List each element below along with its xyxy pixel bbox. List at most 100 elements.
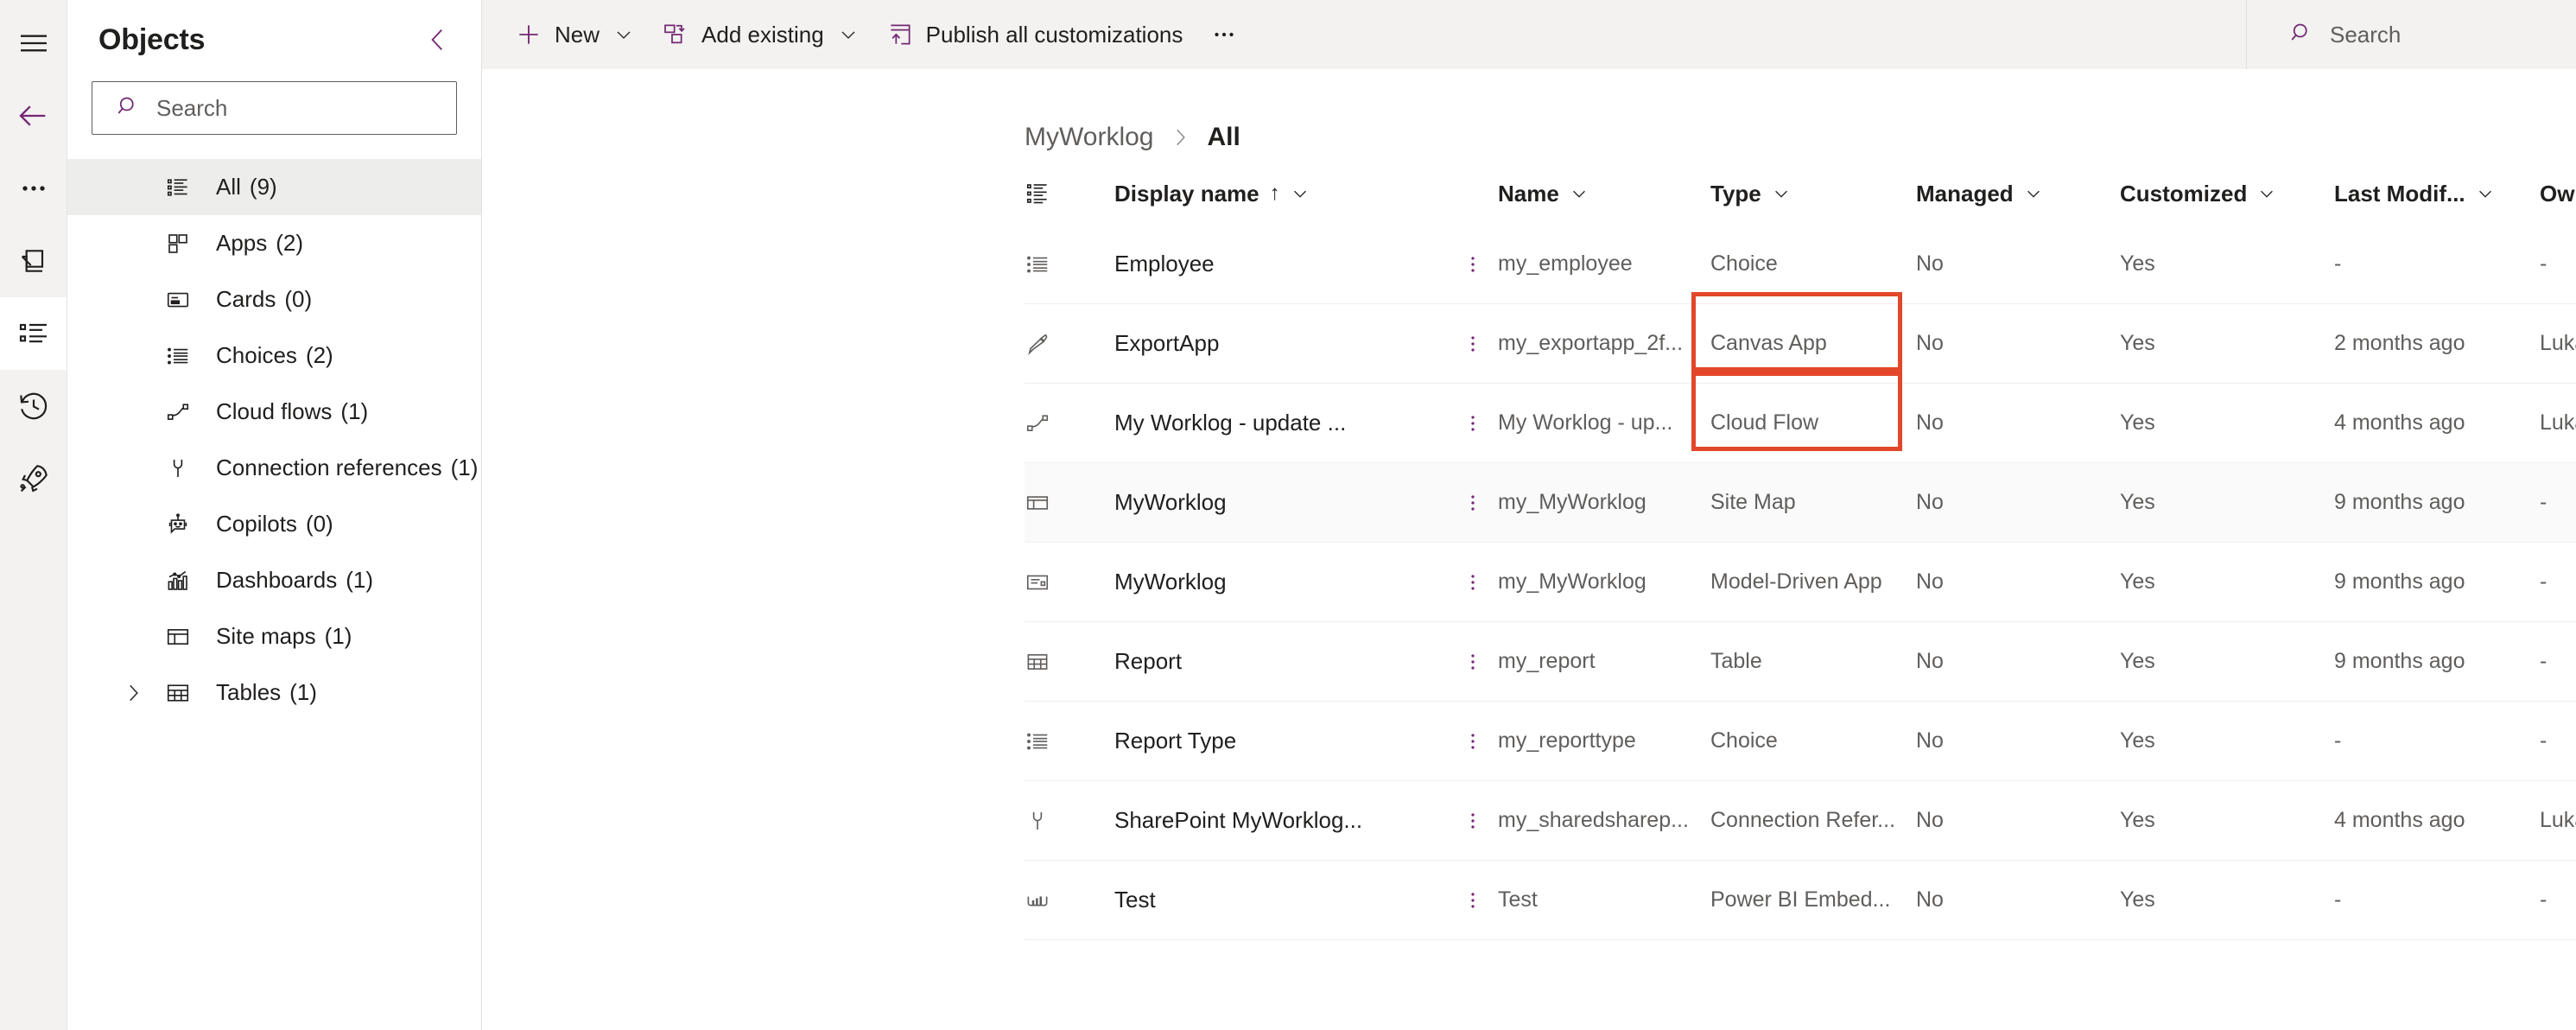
- sidebar-item-apps[interactable]: Apps (2): [67, 215, 481, 271]
- table-row[interactable]: ExportApp my_exportapp_2f... Canvas App …: [1025, 304, 2576, 384]
- hamburger-menu-icon[interactable]: [0, 7, 67, 79]
- back-arrow-icon[interactable]: [0, 79, 67, 152]
- chevron-down-icon[interactable]: [2024, 184, 2043, 203]
- table-row[interactable]: Test Test Power BI Embed... No Yes - - O…: [1025, 861, 2576, 940]
- row-display-name[interactable]: Test: [1114, 887, 1448, 913]
- command-bar-overflow-icon[interactable]: [1196, 7, 1252, 62]
- row-name: my_report: [1498, 649, 1710, 674]
- chevron-down-icon[interactable]: [613, 24, 634, 45]
- row-display-name[interactable]: MyWorklog: [1114, 569, 1448, 595]
- chevron-down-icon[interactable]: [2257, 184, 2276, 203]
- row-last-modified: 4 months ago: [2334, 808, 2540, 833]
- row-type: Table: [1710, 649, 1916, 674]
- sidebar-item-all[interactable]: All (9): [67, 159, 481, 215]
- column-header-last-modified[interactable]: Last Modif...: [2334, 181, 2540, 207]
- objects-list-icon[interactable]: [0, 297, 67, 370]
- row-more-actions-icon[interactable]: [1448, 889, 1498, 912]
- sidebar-item-count: (2): [276, 230, 303, 257]
- table-row[interactable]: Report Type my_reporttype Choice No Yes …: [1025, 702, 2576, 781]
- row-more-actions-icon[interactable]: [1448, 571, 1498, 594]
- row-more-actions-icon[interactable]: [1448, 333, 1498, 355]
- objects-search-box[interactable]: [92, 81, 457, 135]
- row-more-actions-icon[interactable]: [1448, 412, 1498, 435]
- row-display-name[interactable]: MyWorklog: [1114, 489, 1448, 516]
- sidebar-item-label: Cards: [216, 286, 276, 313]
- column-header-customized[interactable]: Customized: [2120, 181, 2334, 207]
- row-more-actions-icon[interactable]: [1448, 730, 1498, 753]
- rocket-icon[interactable]: [0, 442, 67, 515]
- site-map-icon: [159, 624, 197, 650]
- new-button-label: New: [555, 22, 600, 48]
- table-row[interactable]: MyWorklog my_MyWorklog Site Map No Yes 9…: [1025, 463, 2576, 543]
- plus-icon: [515, 21, 542, 48]
- sidebar-item-copilots[interactable]: Copilots (0): [67, 496, 481, 552]
- chevron-left-icon[interactable]: [417, 19, 459, 60]
- table-row[interactable]: Employee my_employee Choice No Yes - -: [1025, 225, 2576, 304]
- sidebar-item-count: (0): [306, 511, 333, 537]
- history-clock-icon[interactable]: [0, 370, 67, 442]
- row-display-name[interactable]: Report: [1114, 648, 1448, 675]
- sidebar-item-label: All: [216, 174, 241, 200]
- table-row[interactable]: Report my_report Table No Yes 9 months a…: [1025, 622, 2576, 702]
- row-type: Canvas App: [1710, 331, 1916, 356]
- row-more-actions-icon[interactable]: [1448, 651, 1498, 673]
- column-header-owner[interactable]: Owner: [2540, 181, 2576, 207]
- chevron-down-icon[interactable]: [1570, 184, 1589, 203]
- table-header-row: Display name ↑ Name: [1025, 162, 2576, 225]
- sidebar-item-cloud-flows[interactable]: Cloud flows (1): [67, 384, 481, 440]
- row-display-name[interactable]: Employee: [1114, 251, 1448, 277]
- chevron-down-icon[interactable]: [1772, 184, 1791, 203]
- sidebar-item-cards[interactable]: Cards (0): [67, 271, 481, 327]
- row-type: Choice: [1710, 728, 1916, 753]
- column-header-type[interactable]: Type: [1710, 181, 1916, 207]
- chevron-right-icon[interactable]: [114, 682, 152, 704]
- row-name: my_MyWorklog: [1498, 569, 1710, 594]
- row-display-name[interactable]: Report Type: [1114, 728, 1448, 754]
- chevron-down-icon[interactable]: [838, 24, 859, 45]
- table-row[interactable]: SharePoint MyWorklog... my_sharedsharep.…: [1025, 781, 2576, 861]
- publish-all-customizations-button[interactable]: Publish all customizations: [872, 7, 1197, 62]
- row-name: my_reporttype: [1498, 728, 1710, 753]
- breadcrumb: MyWorklog All: [482, 69, 2576, 162]
- overflow-ellipsis-icon[interactable]: [0, 152, 67, 225]
- objects-panel-header: Objects: [67, 0, 481, 69]
- cards-icon: [159, 287, 197, 313]
- objects-search-input[interactable]: [155, 94, 442, 123]
- sidebar-item-label: Dashboards: [216, 567, 337, 594]
- sidebar-item-label: Tables: [216, 679, 281, 706]
- row-display-name[interactable]: SharePoint MyWorklog...: [1114, 807, 1448, 834]
- row-display-name[interactable]: ExportApp: [1114, 330, 1448, 357]
- sidebar-item-site-maps[interactable]: Site maps (1): [67, 608, 481, 664]
- column-header-display-name[interactable]: Display name ↑: [1114, 181, 1448, 207]
- search-icon: [2288, 20, 2314, 50]
- publish-all-label: Publish all customizations: [926, 22, 1183, 48]
- column-header-label: Last Modif...: [2334, 181, 2465, 207]
- table-row[interactable]: My Worklog - update ... My Worklog - up.…: [1025, 384, 2576, 463]
- new-button[interactable]: New: [501, 7, 648, 62]
- power-apps-solution-objects-page: Objects: [0, 0, 2576, 1030]
- objects-search-wrapper: [67, 69, 481, 138]
- sidebar-item-dashboards[interactable]: Dashboards (1): [67, 552, 481, 608]
- chevron-down-icon[interactable]: [2476, 184, 2495, 203]
- row-more-actions-icon[interactable]: [1448, 253, 1498, 276]
- breadcrumb-parent[interactable]: MyWorklog: [1025, 123, 1153, 152]
- solutions-icon[interactable]: [0, 225, 67, 297]
- global-search-box[interactable]: Search: [2246, 0, 2576, 69]
- sidebar-item-connection-references[interactable]: Connection references (1): [67, 440, 481, 496]
- table-row[interactable]: MyWorklog my_MyWorklog Model-Driven App …: [1025, 543, 2576, 622]
- row-display-name[interactable]: My Worklog - update ...: [1114, 410, 1448, 436]
- sidebar-item-tables[interactable]: Tables (1): [67, 664, 481, 721]
- site-map-icon: [1025, 490, 1114, 516]
- column-header-label: Type: [1710, 181, 1761, 207]
- column-header-name[interactable]: Name: [1498, 181, 1710, 207]
- row-more-actions-icon[interactable]: [1448, 810, 1498, 832]
- chevron-down-icon[interactable]: [1291, 184, 1310, 203]
- add-existing-button[interactable]: Add existing: [648, 7, 872, 62]
- column-header-managed[interactable]: Managed: [1916, 181, 2120, 207]
- publish-icon: [886, 21, 914, 48]
- sidebar-item-choices[interactable]: Choices (2): [67, 327, 481, 384]
- row-more-actions-icon[interactable]: [1448, 492, 1498, 514]
- row-name: My Worklog - up...: [1498, 410, 1710, 436]
- select-all-icon[interactable]: [1025, 181, 1114, 207]
- row-type: Site Map: [1710, 490, 1916, 515]
